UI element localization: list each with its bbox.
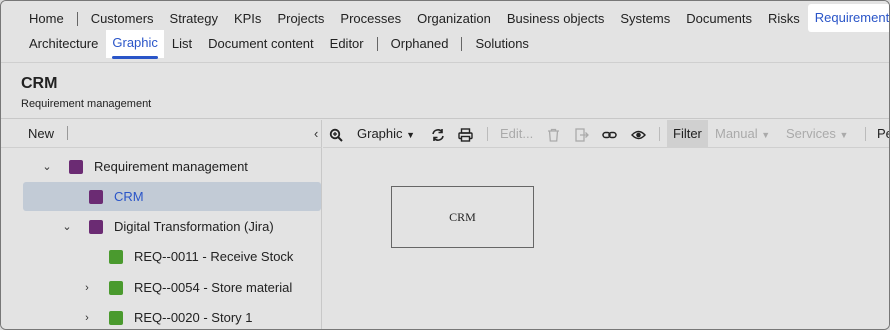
- tree-item-label: CRM: [114, 189, 144, 204]
- new-button[interactable]: New: [28, 126, 54, 141]
- collapse-panel-icon[interactable]: ‹: [314, 126, 318, 141]
- nav-requirements[interactable]: Requirements: [807, 4, 889, 32]
- requirement-group-icon: [69, 159, 83, 174]
- subnav-editor[interactable]: Editor: [322, 32, 372, 56]
- graphic-dropdown[interactable]: Graphic ▼: [357, 120, 415, 148]
- nav-strategy[interactable]: Strategy: [162, 7, 226, 31]
- eye-icon[interactable]: [631, 120, 646, 148]
- tree-item-digital-transformation[interactable]: ⌄ Digital Transformation (Jira): [23, 212, 321, 241]
- chevron-down-icon[interactable]: ⌄: [60, 220, 74, 233]
- diagram-canvas[interactable]: CRM: [323, 149, 889, 329]
- nav-risks[interactable]: Risks: [760, 7, 808, 31]
- nav-customers[interactable]: Customers: [83, 7, 162, 31]
- subnav-architecture[interactable]: Architecture: [21, 32, 106, 56]
- subnav-graphic[interactable]: Graphic: [106, 30, 164, 59]
- services-dropdown-label: Services: [786, 126, 836, 141]
- manual-dropdown-label: Manual: [715, 126, 758, 141]
- requirement-group-icon: [89, 189, 103, 204]
- requirement-icon: [109, 310, 123, 325]
- subnav-orphaned[interactable]: Orphaned: [383, 32, 457, 56]
- subnav-list[interactable]: List: [164, 32, 200, 56]
- print-icon[interactable]: [458, 120, 473, 148]
- subnav-divider: [376, 37, 378, 51]
- toolbar-divider: [865, 127, 866, 141]
- tree-item-label: REQ--0054 - Store material: [134, 280, 293, 295]
- requirement-group-icon: [89, 219, 103, 234]
- chevron-down-icon[interactable]: ⌄: [40, 160, 54, 173]
- nav-processes[interactable]: Processes: [332, 7, 409, 31]
- nav-divider: [76, 12, 78, 26]
- graphic-toolbar: Graphic ▼ Edit... Filter Manual ▼ Servic…: [323, 120, 889, 148]
- graphic-dropdown-label: Graphic: [357, 126, 403, 141]
- refresh-icon[interactable]: [431, 120, 445, 148]
- toolbar-divider: [487, 127, 488, 141]
- nav-projects[interactable]: Projects: [269, 7, 332, 31]
- delete-icon[interactable]: [547, 120, 560, 148]
- nav-kpis[interactable]: KPIs: [226, 7, 269, 31]
- nav-systems[interactable]: Systems: [612, 7, 678, 31]
- nav-business-objects[interactable]: Business objects: [499, 7, 613, 31]
- caret-down-icon: ▼: [839, 130, 849, 140]
- caret-down-icon: ▼: [761, 130, 771, 140]
- tree-item-req-0011[interactable]: REQ--0011 - Receive Stock: [23, 242, 321, 271]
- nav-documents[interactable]: Documents: [678, 7, 760, 31]
- tree-item-label: REQ--0020 - Story 1: [134, 310, 253, 325]
- zoom-icon[interactable]: [329, 120, 343, 148]
- services-dropdown[interactable]: Services ▼: [786, 120, 848, 148]
- chevron-right-icon[interactable]: ›: [80, 282, 94, 294]
- subnav-solutions[interactable]: Solutions: [467, 32, 536, 56]
- toolbar-divider: [659, 127, 660, 141]
- subnav-document-content[interactable]: Document content: [200, 32, 322, 56]
- nav-row-secondary: Architecture Graphic List Document conte…: [21, 30, 537, 59]
- toolbar-divider: [67, 126, 68, 140]
- requirement-icon: [109, 249, 123, 264]
- tree-panel: New ‹ ⌄ Requirement management CRM ⌄ Dig…: [1, 120, 322, 329]
- app-window: Home Customers Strategy KPIs Projects Pr…: [0, 0, 890, 330]
- link-icon[interactable]: [602, 120, 617, 148]
- tree-item-requirement-management[interactable]: ⌄ Requirement management: [23, 152, 321, 181]
- nav-home[interactable]: Home: [21, 7, 72, 31]
- main-navigation: Home Customers Strategy KPIs Projects Pr…: [1, 1, 889, 63]
- tree-item-crm[interactable]: CRM: [23, 182, 321, 211]
- tree-item-req-0020[interactable]: › REQ--0020 - Story 1: [23, 303, 321, 329]
- tree-item-label: Digital Transformation (Jira): [114, 219, 274, 234]
- filter-button[interactable]: Filter: [667, 120, 708, 148]
- diagram-node-crm[interactable]: CRM: [391, 186, 534, 248]
- tree-item-req-0054[interactable]: › REQ--0054 - Store material: [23, 273, 321, 302]
- chevron-right-icon[interactable]: ›: [80, 312, 94, 324]
- caret-down-icon: ▼: [406, 130, 416, 140]
- truncated-toolbar-button[interactable]: Pe: [877, 120, 889, 148]
- tree-item-label: REQ--0011 - Receive Stock: [134, 249, 294, 264]
- manual-dropdown[interactable]: Manual ▼: [715, 120, 770, 148]
- page-title: CRM: [21, 75, 58, 92]
- requirement-icon: [109, 280, 123, 295]
- page-subtitle: Requirement management: [21, 98, 152, 110]
- subnav-divider: [461, 37, 463, 51]
- nav-organization[interactable]: Organization: [409, 7, 499, 31]
- tree-item-label: Requirement management: [94, 159, 248, 174]
- nav-row-primary: Home Customers Strategy KPIs Projects Pr…: [21, 4, 889, 32]
- graphic-area: Graphic ▼ Edit... Filter Manual ▼ Servic…: [323, 120, 889, 329]
- move-out-icon[interactable]: [575, 120, 589, 148]
- tree-toolbar: New ‹: [1, 120, 322, 148]
- edit-button[interactable]: Edit...: [500, 120, 533, 148]
- page-header: CRM Requirement management: [1, 63, 889, 119]
